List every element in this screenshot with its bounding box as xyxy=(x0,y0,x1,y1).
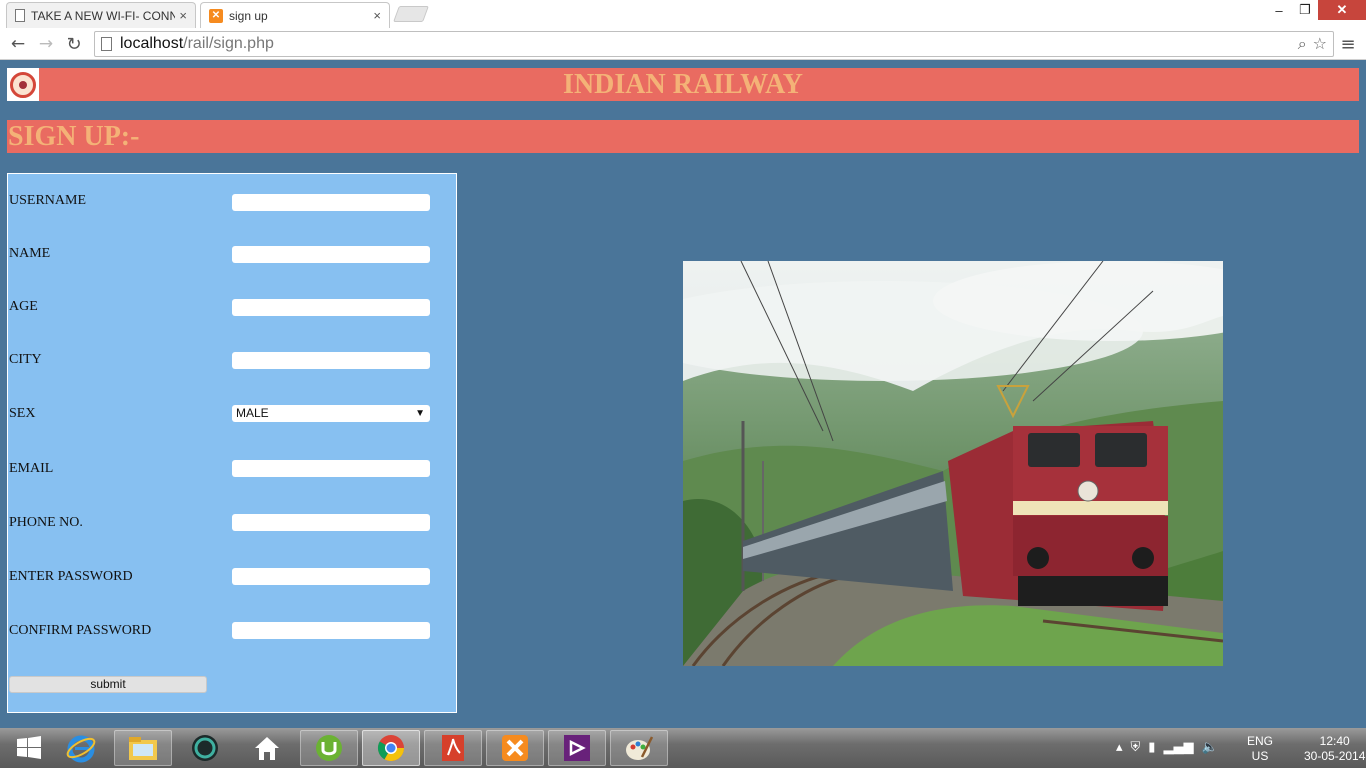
name-input[interactable] xyxy=(232,246,430,263)
start-icon xyxy=(17,736,41,759)
file-explorer-icon xyxy=(129,737,157,760)
tab-wifi[interactable]: TAKE A NEW WI-FI- CONN × xyxy=(6,2,196,28)
tab-title: sign up xyxy=(229,8,268,23)
language-bottom: US xyxy=(1251,749,1269,763)
utorrent-icon xyxy=(316,735,342,761)
utorrent-button[interactable] xyxy=(300,730,358,766)
url-host: localhost xyxy=(120,35,184,52)
username-input[interactable] xyxy=(232,194,430,211)
signup-banner: SIGN UP:- xyxy=(7,120,1359,153)
xampp-icon xyxy=(502,735,528,761)
page-title: SIGN UP:- xyxy=(8,121,140,152)
name-label: NAME xyxy=(9,246,51,261)
internet-explorer-icon xyxy=(66,735,96,763)
chrome-button[interactable] xyxy=(362,730,420,766)
site-title: INDIAN RAILWAY xyxy=(563,69,803,100)
password-input[interactable] xyxy=(232,568,430,585)
battery-icon[interactable]: ▮ xyxy=(1148,740,1155,755)
windows-taskbar: ▴ ⛨ ▮ ▂▄▆ 🔈 ENG US 12:40 30-05-2014 xyxy=(0,728,1366,768)
signup-form: USERNAME NAME AGE CITY SEX MALE ▼ EMAIL … xyxy=(7,173,457,713)
submit-button[interactable]: submit xyxy=(9,676,207,693)
confirm-password-label: CONFIRM PASSWORD xyxy=(9,623,152,638)
indian-railways-logo xyxy=(7,68,39,101)
home-button[interactable] xyxy=(238,730,296,766)
clock-time: 12:40 xyxy=(1319,734,1350,748)
age-label: AGE xyxy=(9,299,38,314)
phone-input[interactable] xyxy=(232,514,430,531)
show-hidden-icons-icon[interactable]: ▴ xyxy=(1116,740,1123,755)
back-arrow-icon[interactable]: ← xyxy=(6,32,30,56)
phone-label: PHONE NO. xyxy=(9,515,83,530)
train-photo xyxy=(683,261,1223,666)
system-tray: ▴ ⛨ ▮ ▂▄▆ 🔈 ENG US 12:40 30-05-2014 xyxy=(1116,728,1366,768)
tab-title: TAKE A NEW WI-FI- CONN xyxy=(31,8,176,23)
new-tab-button[interactable] xyxy=(393,6,429,22)
sex-select[interactable]: MALE ▼ xyxy=(232,405,430,422)
xampp-button[interactable] xyxy=(486,730,544,766)
app-circle-button[interactable] xyxy=(176,730,234,766)
username-label: USERNAME xyxy=(9,193,87,208)
star-icon[interactable]: ☆ xyxy=(1313,34,1327,54)
browser-tabstrip: TAKE A NEW WI-FI- CONN × ✕ sign up × ‒ ❐… xyxy=(0,0,1366,28)
chrome-icon xyxy=(377,735,405,762)
close-window-button[interactable]: ✕ xyxy=(1318,0,1366,20)
signal-icon[interactable]: ▂▄▆ xyxy=(1163,740,1193,755)
start-button[interactable] xyxy=(0,730,58,766)
forward-arrow-icon[interactable]: → xyxy=(34,32,58,56)
city-label: CITY xyxy=(9,352,42,367)
clock[interactable]: 12:40 30-05-2014 xyxy=(1304,734,1365,764)
internet-explorer-button[interactable] xyxy=(52,730,110,766)
email-input[interactable] xyxy=(232,460,430,477)
file-explorer-button[interactable] xyxy=(114,730,172,766)
email-label: EMAIL xyxy=(9,461,54,476)
header-banner: INDIAN RAILWAY xyxy=(7,68,1359,101)
browser-toolbar: ← → ↻ localhost/rail/sign.php ⌕ ☆ ≡ xyxy=(0,28,1366,60)
menu-icon[interactable]: ≡ xyxy=(1338,32,1358,56)
visual-studio-button[interactable] xyxy=(548,730,606,766)
paint-button[interactable] xyxy=(610,730,668,766)
page-icon xyxy=(101,37,112,51)
city-input[interactable] xyxy=(232,352,430,369)
document-icon xyxy=(15,9,25,22)
search-icon[interactable]: ⌕ xyxy=(1298,34,1307,54)
omnibox-icons: ⌕ ☆ xyxy=(1298,34,1327,54)
chevron-down-icon: ▼ xyxy=(415,408,425,419)
minimize-button[interactable]: ‒ xyxy=(1266,0,1292,20)
visual-studio-icon xyxy=(564,735,590,761)
language-indicator[interactable]: ENG US xyxy=(1247,734,1273,764)
reload-icon[interactable]: ↻ xyxy=(62,32,86,56)
sex-select-value: MALE xyxy=(236,406,269,420)
close-icon[interactable]: × xyxy=(373,8,381,23)
confirm-password-input[interactable] xyxy=(232,622,430,639)
url-path: /rail/sign.php xyxy=(183,35,274,52)
age-input[interactable] xyxy=(232,299,430,316)
close-icon[interactable]: × xyxy=(179,8,187,23)
address-bar[interactable]: localhost/rail/sign.php ⌕ ☆ xyxy=(94,31,1334,57)
acrobat-button[interactable] xyxy=(424,730,482,766)
sex-label: SEX xyxy=(9,406,36,421)
volume-icon[interactable]: 🔈 xyxy=(1201,740,1217,755)
restore-button[interactable]: ❐ xyxy=(1292,0,1318,20)
acrobat-icon xyxy=(442,735,464,761)
xampp-icon: ✕ xyxy=(209,8,223,23)
window-controls: ‒ ❐ ✕ xyxy=(1266,0,1366,20)
clock-date: 30-05-2014 xyxy=(1304,749,1366,763)
paint-icon xyxy=(626,736,654,760)
language-top: ENG xyxy=(1247,734,1274,748)
app-circle-icon xyxy=(192,735,218,761)
home-icon xyxy=(255,737,279,760)
tab-sign-up[interactable]: ✕ sign up × xyxy=(200,2,390,28)
security-shield-icon[interactable]: ⛨ xyxy=(1131,740,1141,755)
tray-icons: ▴ ⛨ ▮ ▂▄▆ 🔈 xyxy=(1116,740,1218,755)
password-label: ENTER PASSWORD xyxy=(9,569,133,584)
